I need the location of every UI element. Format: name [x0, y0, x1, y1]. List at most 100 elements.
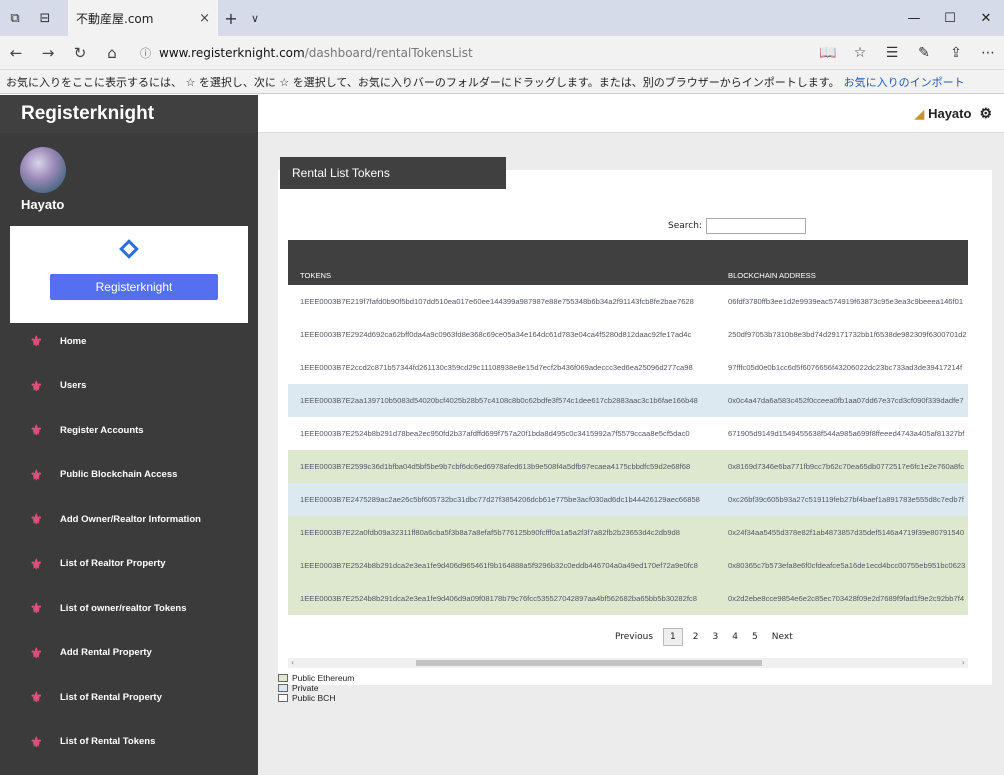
browser-titlebar: ⧉ ⊟ 不動産屋.com × + ∨ — ☐ ✕	[0, 0, 1004, 36]
previous-page-button[interactable]: Previous	[615, 632, 653, 642]
menu-item-icon: ⚜	[30, 689, 43, 706]
url-field[interactable]: ⓘ www.registerknight.com/dashboard/renta…	[140, 45, 812, 61]
legend-swatch-public-ethereum	[278, 674, 288, 682]
registerknight-button[interactable]: Registerknight	[50, 274, 218, 300]
address-cell: 0x80365c7b573efa8e6f0cfdeafce5a16de1ecd4…	[728, 561, 966, 570]
table-row[interactable]: 1EEE0003B7E2524b8b291dca2e3ea1fe9d406d9a…	[288, 582, 968, 615]
legend-item: Public Ethereum	[278, 673, 354, 683]
favorite-star-icon[interactable]: ☆	[844, 45, 876, 61]
address-cell: 671905d9149d1549455638f544a985a699f8ffee…	[728, 429, 965, 438]
search-input[interactable]	[705, 218, 806, 234]
page-4-button[interactable]: 4	[732, 632, 738, 642]
table-row[interactable]: 1EEE0003B7E2924d692ca62bff0da4a9c0963fd8…	[288, 318, 968, 351]
brand-card: Registerknight	[10, 226, 248, 323]
legend: Public Ethereum Private Public BCH	[278, 673, 354, 703]
menu-item-icon: ⚜	[30, 466, 43, 483]
legend-item: Private	[278, 683, 354, 693]
table-row[interactable]: 1EEE0003B7E2ccd2c871b57344fd261130c359cd…	[288, 351, 968, 384]
table-row[interactable]: 1EEE0003B7E219f7fafd0b90f5bd107dd510ea01…	[288, 285, 968, 318]
page-2-button[interactable]: 2	[693, 632, 699, 642]
import-favorites-link[interactable]: お気に入りのインポート	[844, 74, 965, 90]
minimize-icon[interactable]: —	[896, 0, 932, 36]
close-window-icon[interactable]: ✕	[968, 0, 1004, 36]
menu-item-icon: ⚜	[30, 644, 43, 661]
tokens-table-wrapper[interactable]: TOKENS BLOCKCHAIN ADDRESS 1EEE0003B7E219…	[288, 240, 968, 616]
avatar	[20, 147, 66, 193]
legend-label: Public Ethereum	[292, 673, 355, 683]
back-icon[interactable]: ←	[0, 44, 32, 62]
page-3-button[interactable]: 3	[713, 632, 719, 642]
favorites-hub-icon[interactable]: ☰	[876, 45, 908, 61]
column-header-blockchain-address[interactable]: BLOCKCHAIN ADDRESS	[716, 240, 968, 285]
table-row[interactable]: 1EEE0003B7E2475289ac2ae26c5bf605732bc31d…	[288, 483, 968, 516]
table-row[interactable]: 1EEE0003B7E2524b8b291d78bea2ec950fd2b37a…	[288, 417, 968, 450]
sidebar-item-label: List of Rental Tokens	[60, 736, 156, 748]
more-icon[interactable]: ⋯	[972, 45, 1004, 61]
maximize-icon[interactable]: ☐	[932, 0, 968, 36]
table-row[interactable]: 1EEE0003B7E2599c36d1bfba04d5bf5be9b7cbf6…	[288, 450, 968, 483]
table-row[interactable]: 1EEE0003B7E2524b8b291dca2e3ea1fe9d406d96…	[288, 549, 968, 582]
refresh-icon[interactable]: ↻	[64, 44, 96, 62]
sidebar-item-users[interactable]: ⚜ Users	[0, 364, 258, 409]
tab-list-icon[interactable]: ⊟	[30, 0, 60, 36]
sidebar-item-label: Register Accounts	[60, 424, 144, 436]
main-content: ◢ Hayato ⚙ Rental List Tokens Search: TO…	[258, 95, 1004, 775]
menu-item-icon: ⚜	[30, 733, 43, 750]
sidebar-item-public-blockchain-access[interactable]: ⚜ Public Blockchain Access	[0, 453, 258, 498]
address-cell: 250df97053b7310b8e3bd74d29171732bb1f6538…	[728, 330, 967, 339]
next-page-button[interactable]: Next	[772, 632, 793, 642]
table-row[interactable]: 1EEE0003B7E22a0fdb09a32311ff80a6cba5f3b8…	[288, 516, 968, 549]
token-cell: 1EEE0003B7E2599c36d1bfba04d5bf5be9b7cbf6…	[300, 462, 691, 471]
home-icon[interactable]: ⌂	[96, 44, 128, 62]
sidebar-item-rental-property[interactable]: ⚜ List of Rental Property	[0, 675, 258, 720]
sidebar-menu: ⚜ Home ⚜ Users ⚜ Register Accounts ⚜ Public …	[0, 319, 258, 764]
legend-item: Public BCH	[278, 693, 354, 703]
address-cell: 0xc26bf39c605b93a27c519119feb27bf4baef1a…	[728, 495, 964, 504]
column-header-tokens[interactable]: TOKENS	[288, 240, 716, 285]
gear-icon[interactable]: ⚙	[979, 105, 992, 122]
scrollbar-thumb[interactable]	[416, 660, 762, 666]
reading-view-icon[interactable]: 📖	[812, 45, 844, 61]
panel-title: Rental List Tokens	[280, 157, 506, 189]
token-cell: 1EEE0003B7E2ccd2c871b57344fd261130c359cd…	[300, 363, 693, 372]
sidebar-item-add-rental-property[interactable]: ⚜ Add Rental Property	[0, 631, 258, 676]
address-cell: 0x8169d7346e6ba771fb9cc7b62c70ea65db0772…	[728, 462, 965, 471]
new-tab-button[interactable]: +	[218, 0, 244, 36]
table-row[interactable]: 1EEE0003B7E2aa139710b5083d54020bcf4025b2…	[288, 384, 968, 417]
pen-icon[interactable]: ✎	[908, 45, 940, 61]
menu-item-icon: ⚜	[30, 377, 43, 394]
menu-item-icon: ⚜	[30, 555, 43, 572]
sidebar-item-realtor-property[interactable]: ⚜ List of Realtor Property	[0, 542, 258, 587]
sidebar-item-home[interactable]: ⚜ Home	[0, 319, 258, 364]
sidebar-user-name: Hayato	[21, 197, 65, 212]
address-cell: 06fdf3780ffb3ee1d2e9939eac574919f63873c9…	[728, 297, 964, 306]
registerknight-logo-icon	[119, 239, 139, 259]
tab-close-icon[interactable]: ×	[199, 11, 210, 26]
topbar-user-name[interactable]: Hayato	[928, 106, 971, 121]
search-area: Search:	[668, 218, 806, 234]
sidebar-item-register-accounts[interactable]: ⚜ Register Accounts	[0, 408, 258, 453]
sidebar-item-label: Home	[60, 335, 87, 347]
url-path: /dashboard/rentalTokensList	[304, 45, 473, 60]
forward-icon[interactable]: →	[32, 44, 64, 62]
user-icon: ◢	[914, 106, 925, 121]
scroll-left-icon[interactable]: ‹	[291, 658, 294, 667]
site-info-icon[interactable]: ⓘ	[140, 45, 151, 61]
page-1-button[interactable]: 1	[663, 628, 683, 646]
scroll-right-icon[interactable]: ›	[962, 658, 965, 667]
sidebar-item-label: Public Blockchain Access	[60, 469, 178, 481]
legend-swatch-private	[278, 684, 288, 692]
horizontal-scrollbar[interactable]: ‹ ›	[288, 658, 968, 668]
sidebar-item-rental-tokens[interactable]: ⚜ List of Rental Tokens	[0, 720, 258, 765]
share-icon[interactable]: ⇪	[940, 45, 972, 61]
browser-tab[interactable]: 不動産屋.com ×	[68, 0, 218, 36]
tab-actions-icon[interactable]: ⧉	[0, 0, 30, 36]
app: Registerknight Hayato Registerknight ⚜ Ho…	[0, 95, 1004, 775]
sidebar-item-add-owner-realtor[interactable]: ⚜ Add Owner/Realtor Information	[0, 497, 258, 542]
page-5-button[interactable]: 5	[752, 632, 758, 642]
sidebar: Registerknight Hayato Registerknight ⚜ Ho…	[0, 95, 258, 775]
sidebar-item-owner-realtor-tokens[interactable]: ⚜ List of owner/realtor Tokens	[0, 586, 258, 631]
token-cell: 1EEE0003B7E2475289ac2ae26c5bf605732bc31d…	[300, 495, 700, 504]
favorites-bar-text: お気に入りをここに表示するには、 ☆ を選択し、次に ☆ を選択して、お気に入り…	[6, 75, 840, 89]
tab-dropdown-icon[interactable]: ∨	[244, 0, 266, 36]
